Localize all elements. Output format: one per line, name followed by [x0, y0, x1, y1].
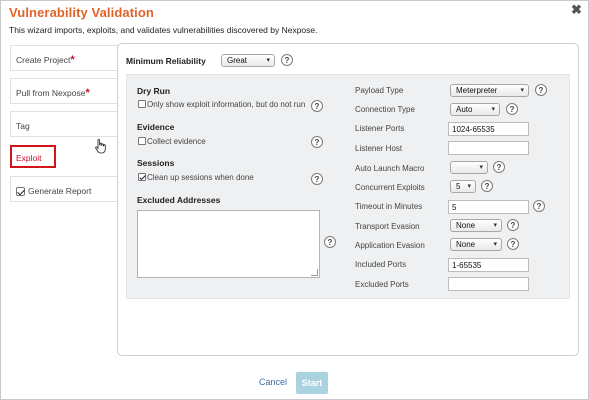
- dropdown-arrow-icon: ▾: [493, 222, 497, 229]
- dropdown-arrow-icon: ▾: [493, 241, 497, 248]
- dry-run-label: Only show exploit information, but do no…: [147, 100, 306, 109]
- excluded-addresses-textarea[interactable]: [137, 210, 320, 278]
- cancel-button[interactable]: Cancel: [259, 377, 287, 387]
- connection-type-select[interactable]: Auto ▾: [450, 103, 500, 116]
- step-label: Pull from Nexpose: [16, 88, 86, 98]
- dropdown-arrow-icon: ▾: [266, 57, 270, 64]
- min-reliability-select[interactable]: Great ▾: [221, 54, 275, 67]
- select-value: Great: [227, 56, 248, 65]
- timeout-input[interactable]: 5: [448, 200, 529, 214]
- dry-run-heading: Dry Run: [137, 86, 171, 96]
- included-ports-label: Included Ports: [355, 260, 407, 269]
- dry-run-checkbox[interactable]: [138, 100, 146, 108]
- help-icon[interactable]: ?: [481, 180, 493, 192]
- hand-pointer-icon: [95, 139, 106, 154]
- cleanup-sessions-checkbox[interactable]: [138, 173, 146, 181]
- step-pull-from-nexpose[interactable]: Pull from Nexpose*: [10, 78, 120, 104]
- auto-launch-macro-select[interactable]: ▾: [450, 161, 488, 174]
- listener-host-label: Listener Host: [355, 144, 403, 153]
- help-icon[interactable]: ?: [324, 236, 336, 248]
- step-generate-report[interactable]: Generate Report: [10, 176, 120, 202]
- sessions-heading: Sessions: [137, 158, 175, 168]
- dropdown-arrow-icon: ▾: [491, 106, 495, 113]
- included-ports-input[interactable]: 1-65535: [448, 258, 529, 272]
- payload-type-select[interactable]: Meterpreter ▾: [450, 84, 529, 97]
- resize-grip-icon[interactable]: [311, 269, 318, 276]
- close-icon[interactable]: ✖: [571, 2, 582, 18]
- help-icon[interactable]: ?: [506, 103, 518, 115]
- help-icon[interactable]: ?: [507, 238, 519, 250]
- select-value: Auto: [456, 105, 473, 114]
- step-exploit[interactable]: Exploit: [10, 145, 56, 168]
- step-label: Generate Report: [28, 186, 92, 196]
- help-icon[interactable]: ?: [281, 54, 293, 66]
- listener-host-input[interactable]: [448, 141, 529, 155]
- select-value: Meterpreter: [456, 86, 498, 95]
- help-icon[interactable]: ?: [311, 100, 323, 112]
- excluded-ports-label: Excluded Ports: [355, 280, 409, 289]
- help-icon[interactable]: ?: [533, 200, 545, 212]
- listener-ports-input[interactable]: 1024-65535: [448, 122, 529, 136]
- required-star: *: [70, 54, 75, 66]
- select-value: 5: [456, 182, 461, 191]
- select-value: None: [456, 221, 476, 230]
- step-label: Create Project: [16, 55, 71, 65]
- application-evasion-label: Application Evasion: [355, 241, 425, 250]
- required-star: *: [85, 87, 90, 99]
- evidence-heading: Evidence: [137, 122, 175, 132]
- help-icon[interactable]: ?: [535, 84, 547, 96]
- application-evasion-select[interactable]: None ▾: [450, 238, 502, 251]
- excluded-addresses-heading: Excluded Addresses: [137, 195, 221, 205]
- concurrent-exploits-select[interactable]: 5 ▾: [450, 180, 476, 193]
- transport-evasion-select[interactable]: None ▾: [450, 219, 502, 232]
- dialog-subtitle: This wizard imports, exploits, and valid…: [9, 25, 318, 35]
- step-label: Exploit: [16, 153, 42, 163]
- step-tag[interactable]: Tag: [10, 111, 120, 137]
- step-create-project[interactable]: Create Project*: [10, 45, 120, 71]
- timeout-label: Timeout in Minutes: [355, 202, 423, 211]
- listener-ports-label: Listener Ports: [355, 124, 405, 133]
- payload-type-label: Payload Type: [355, 86, 404, 95]
- help-icon[interactable]: ?: [493, 161, 505, 173]
- help-icon[interactable]: ?: [311, 173, 323, 185]
- min-reliability-label: Minimum Reliability: [126, 56, 206, 66]
- transport-evasion-label: Transport Evasion: [355, 222, 420, 231]
- connection-type-label: Connection Type: [355, 105, 415, 114]
- dropdown-arrow-icon: ▾: [467, 183, 471, 190]
- concurrent-exploits-label: Concurrent Exploits: [355, 183, 425, 192]
- checkbox-checked-icon: [16, 187, 25, 197]
- step-label: Tag: [16, 121, 30, 131]
- select-value: None: [456, 240, 476, 249]
- help-icon[interactable]: ?: [507, 219, 519, 231]
- cleanup-sessions-label: Clean up sessions when done: [147, 173, 254, 182]
- start-button[interactable]: Start: [296, 372, 328, 394]
- collect-evidence-label: Collect evidence: [147, 137, 206, 146]
- excluded-ports-input[interactable]: [448, 277, 529, 291]
- collect-evidence-checkbox[interactable]: [138, 137, 146, 145]
- dialog-title: Vulnerability Validation: [9, 5, 154, 20]
- dropdown-arrow-icon: ▾: [479, 164, 483, 171]
- dropdown-arrow-icon: ▾: [520, 87, 524, 94]
- help-icon[interactable]: ?: [311, 136, 323, 148]
- auto-launch-macro-label: Auto Launch Macro: [355, 164, 425, 173]
